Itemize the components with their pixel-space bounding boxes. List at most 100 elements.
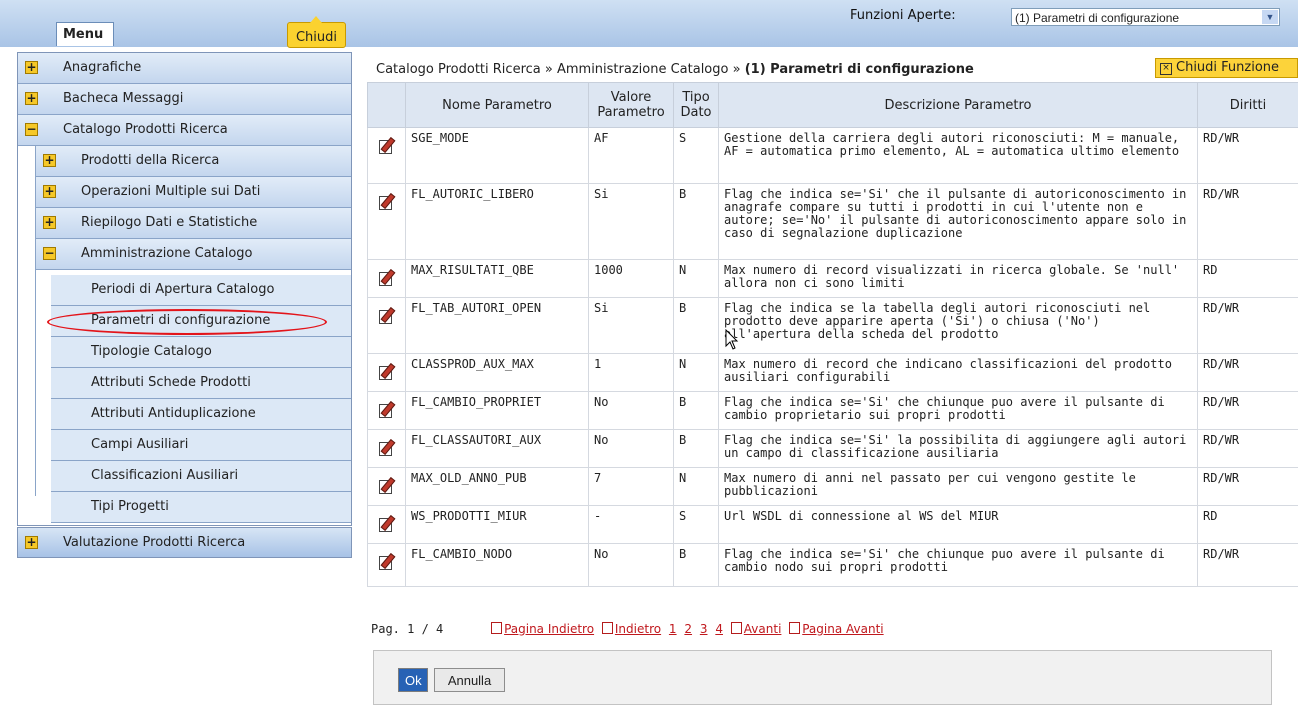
close-menu-button[interactable]: Chiudi: [287, 16, 346, 48]
param-description-cell: Max numero di record visualizzati in ric…: [718, 259, 1198, 298]
param-value-cell: 7: [588, 467, 674, 506]
param-value-cell: -: [588, 505, 674, 544]
param-description-cell: Flag che indica se='Si' che il pulsante …: [718, 183, 1198, 260]
sidebar-item-prodotti[interactable]: + Prodotti della Ricerca: [35, 146, 351, 177]
expand-icon[interactable]: +: [43, 185, 56, 198]
expand-icon[interactable]: +: [25, 61, 38, 74]
first-page-link[interactable]: Pagina Indietro: [491, 622, 594, 636]
edit-icon[interactable]: [378, 306, 396, 324]
sidebar-item-classificazioni[interactable]: Classificazioni Ausiliari: [51, 461, 351, 492]
edit-icon[interactable]: [378, 438, 396, 456]
sidebar-item-label: Campi Ausiliari: [91, 437, 189, 452]
top-bar: Menu Chiudi Funzioni Aperte: (1) Paramet…: [0, 0, 1298, 48]
first-page-icon: [491, 622, 503, 634]
sidebar-item-periodi[interactable]: Periodi di Apertura Catalogo: [51, 275, 351, 306]
expand-icon[interactable]: +: [43, 216, 56, 229]
page-link-2[interactable]: 2: [684, 622, 692, 636]
table-row: FL_CLASSAUTORI_AUX No B Flag che indica se=…: [367, 429, 1298, 468]
column-header-valore: Valore Parametro: [588, 82, 674, 128]
next-page-label: Avanti: [743, 622, 782, 636]
sidebar-item-tipologie[interactable]: Tipologie Catalogo: [51, 337, 351, 368]
edit-cell: [367, 543, 406, 587]
param-value-cell: AF: [588, 127, 674, 184]
edit-cell: [367, 467, 406, 506]
sidebar-item-label: Operazioni Multiple sui Dati: [81, 184, 261, 199]
button-panel: Ok Annulla: [373, 650, 1272, 705]
edit-icon[interactable]: [378, 476, 396, 494]
page-link-4[interactable]: 4: [715, 622, 723, 636]
last-page-label: Pagina Avanti: [802, 622, 884, 636]
expand-icon[interactable]: +: [25, 92, 38, 105]
mouse-cursor-icon: [725, 329, 739, 350]
edit-icon[interactable]: [378, 362, 396, 380]
chevron-down-icon[interactable]: ▼: [1262, 10, 1278, 24]
page-link-3[interactable]: 3: [700, 622, 708, 636]
sidebar-item-anagrafiche[interactable]: + Anagrafiche: [18, 53, 351, 84]
param-description-cell: Flag che indica se='Si' la possibilita d…: [718, 429, 1198, 468]
edit-icon[interactable]: [378, 136, 396, 154]
close-function-button[interactable]: × Chiudi Funzione: [1155, 58, 1298, 78]
edit-icon[interactable]: [378, 268, 396, 286]
collapse-icon[interactable]: −: [43, 247, 56, 260]
edit-icon[interactable]: [378, 552, 396, 570]
prev-page-link[interactable]: Indietro: [601, 622, 662, 636]
sidebar-item-valutazione[interactable]: + Valutazione Prodotti Ricerca: [17, 527, 352, 558]
breadcrumb-item[interactable]: Catalogo Prodotti Ricerca: [376, 62, 541, 77]
expand-icon[interactable]: +: [43, 154, 56, 167]
breadcrumb-item[interactable]: Amministrazione Catalogo: [557, 62, 729, 77]
breadcrumb-separator: »: [540, 62, 557, 77]
param-name-cell: FL_AUTORIC_LIBERO: [405, 183, 589, 260]
param-type-cell: B: [673, 543, 719, 587]
column-header-descrizione: Descrizione Parametro: [718, 82, 1198, 128]
edit-cell: [367, 391, 406, 430]
first-page-label: Pagina Indietro: [504, 622, 595, 636]
sidebar-item-campi-ausiliari[interactable]: Campi Ausiliari: [51, 430, 351, 461]
param-type-cell: B: [673, 429, 719, 468]
last-page-icon: [789, 622, 801, 634]
sidebar-item-bacheca[interactable]: + Bacheca Messaggi: [18, 84, 351, 115]
page-link-1[interactable]: 1: [669, 622, 677, 636]
sidebar-item-label: Anagrafiche: [63, 60, 142, 75]
sidebar-item-label: Prodotti della Ricerca: [81, 153, 220, 168]
menu-tab[interactable]: Menu: [56, 22, 114, 46]
sidebar-item-tipi-progetti[interactable]: Tipi Progetti: [51, 492, 351, 523]
sidebar-item-antiduplicazione[interactable]: Attributi Antiduplicazione: [51, 399, 351, 430]
sidebar-item-riepilogo[interactable]: + Riepilogo Dati e Statistiche: [35, 208, 351, 239]
sidebar-item-operazioni[interactable]: + Operazioni Multiple sui Dati: [35, 177, 351, 208]
sidebar-item-label: Catalogo Prodotti Ricerca: [63, 122, 228, 137]
highlight-oval: [47, 309, 327, 335]
sidebar-item-label: Bacheca Messaggi: [63, 91, 184, 106]
sidebar-item-label: Classificazioni Ausiliari: [91, 468, 239, 483]
param-description-cell: Url WSDL di connessione al WS del MIUR: [718, 505, 1198, 544]
param-type-cell: N: [673, 353, 719, 392]
next-page-link[interactable]: Avanti: [730, 622, 782, 636]
parameters-table: Nome Parametro Valore Parametro Tipo Dat…: [367, 82, 1298, 587]
sidebar-item-catalogo[interactable]: − Catalogo Prodotti Ricerca: [18, 115, 351, 146]
column-header-tipo: Tipo Dato: [673, 82, 719, 128]
table-row: WS_PRODOTTI_MIUR - S Url WSDL di connession…: [367, 505, 1298, 544]
param-rights-cell: RD/WR: [1197, 543, 1298, 587]
param-description-cell: Flag che indica se='Si' che chiunque puo…: [718, 543, 1198, 587]
param-rights-cell: RD/WR: [1197, 127, 1298, 184]
param-type-cell: N: [673, 259, 719, 298]
param-value-cell: 1: [588, 353, 674, 392]
sidebar-item-label: Periodi di Apertura Catalogo: [91, 282, 275, 297]
breadcrumb: Catalogo Prodotti Ricerca » Amministrazi…: [376, 62, 974, 77]
collapse-icon[interactable]: −: [25, 123, 38, 136]
param-name-cell: MAX_RISULTATI_QBE: [405, 259, 589, 298]
sidebar-item-attributi-schede[interactable]: Attributi Schede Prodotti: [51, 368, 351, 399]
edit-icon[interactable]: [378, 514, 396, 532]
edit-icon[interactable]: [378, 400, 396, 418]
prev-page-label: Indietro: [614, 622, 662, 636]
table-row: FL_AUTORIC_LIBERO Si B Flag che indica se='…: [367, 183, 1298, 260]
expand-icon[interactable]: +: [25, 536, 38, 549]
cancel-button[interactable]: Annulla: [434, 668, 505, 692]
table-header-row: Nome Parametro Valore Parametro Tipo Dat…: [367, 82, 1298, 128]
param-rights-cell: RD: [1197, 259, 1298, 298]
sidebar-item-amministrazione[interactable]: − Amministrazione Catalogo: [35, 239, 351, 270]
sidebar-item-label: Valutazione Prodotti Ricerca: [63, 535, 246, 550]
edit-icon[interactable]: [378, 192, 396, 210]
open-functions-select[interactable]: (1) Parametri di configurazione ▼: [1011, 8, 1280, 26]
last-page-link[interactable]: Pagina Avanti: [789, 622, 884, 636]
ok-button[interactable]: Ok: [398, 668, 428, 692]
